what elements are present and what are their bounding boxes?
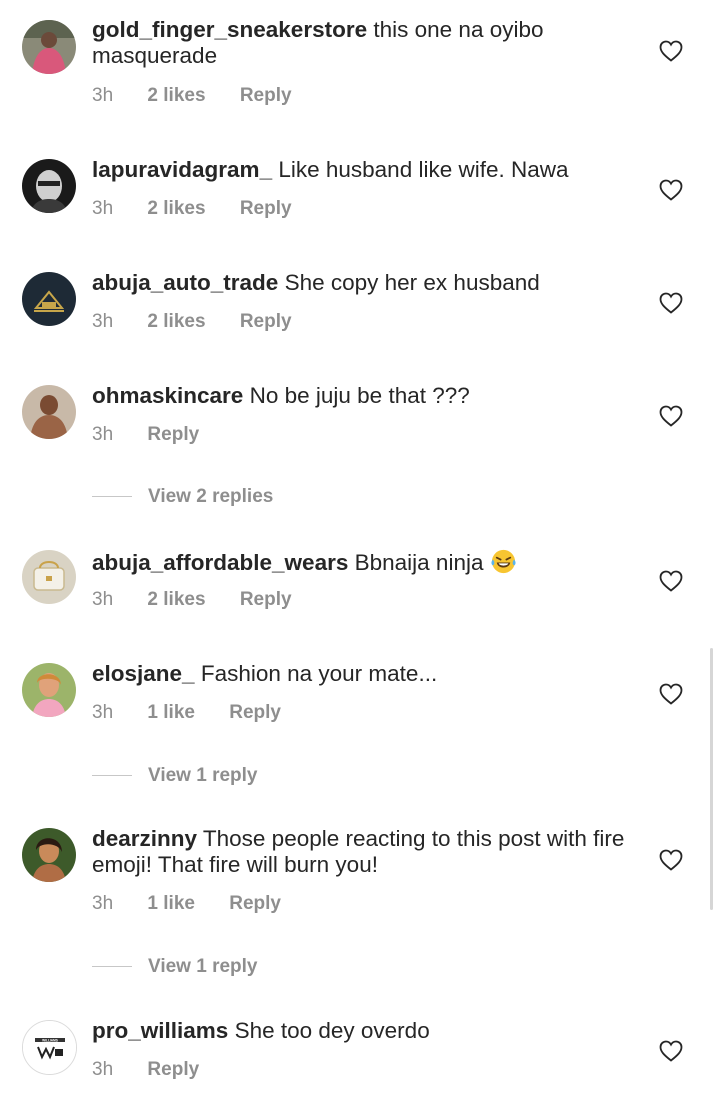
- comment-time: 3h: [92, 589, 114, 610]
- comment-body: elosjane_ Fashion na your mate...: [92, 661, 632, 687]
- comment-time: 3h: [92, 85, 114, 106]
- comment-likes[interactable]: 1 like: [147, 893, 195, 914]
- comment-text: Fashion na your mate...: [200, 661, 438, 686]
- heart-outline-icon[interactable]: [659, 683, 683, 705]
- reply-button[interactable]: Reply: [240, 198, 292, 219]
- reply-button[interactable]: Reply: [240, 311, 292, 332]
- comment-text: Bbnaija ninja: [354, 550, 484, 575]
- avatar[interactable]: WILLIAMS: [22, 1020, 77, 1075]
- face-with-tears-of-joy-icon: [491, 549, 516, 574]
- comment-username[interactable]: pro_williams: [92, 1018, 228, 1043]
- comment-time: 3h: [92, 893, 114, 914]
- comment-meta: 3h 1 like Reply: [92, 702, 310, 724]
- comment-body: pro_williams She too dey overdo: [92, 1018, 632, 1044]
- avatar[interactable]: [22, 550, 76, 604]
- comment-time: 3h: [92, 198, 114, 219]
- comment-username[interactable]: ohmaskincare: [92, 383, 243, 408]
- comment-username[interactable]: elosjane_: [92, 661, 195, 686]
- comment-text: Like husband like wife. Nawa: [278, 157, 569, 182]
- comment-username[interactable]: abuja_auto_trade: [92, 270, 278, 295]
- comment-username[interactable]: gold_finger_sneakerstore: [92, 17, 367, 42]
- comment-time: 3h: [92, 702, 114, 723]
- view-replies-button[interactable]: View 1 reply: [92, 956, 258, 978]
- heart-outline-icon[interactable]: [659, 849, 683, 871]
- replies-divider: [92, 966, 132, 968]
- reply-button[interactable]: Reply: [147, 424, 199, 445]
- comment-meta: 3h 2 likes Reply: [92, 85, 321, 107]
- reply-button[interactable]: Reply: [240, 85, 292, 106]
- view-replies-label[interactable]: View 1 reply: [148, 765, 258, 786]
- comment-body: lapuravidagram_ Like husband like wife. …: [92, 157, 632, 183]
- avatar[interactable]: [22, 159, 76, 213]
- comment-likes[interactable]: 2 likes: [147, 589, 205, 610]
- avatar[interactable]: [22, 663, 76, 717]
- comment-time: 3h: [92, 311, 114, 332]
- reply-button[interactable]: Reply: [229, 702, 281, 723]
- comment-meta: 3h 2 likes Reply: [92, 589, 321, 611]
- comment-username[interactable]: abuja_affordable_wears: [92, 550, 348, 575]
- heart-outline-icon[interactable]: [659, 40, 683, 62]
- reply-button[interactable]: Reply: [229, 893, 281, 914]
- comment-time: 3h: [92, 424, 114, 445]
- comment-username[interactable]: lapuravidagram_: [92, 157, 272, 182]
- heart-outline-icon[interactable]: [659, 292, 683, 314]
- comment-body: dearzinny Those people reacting to this …: [92, 826, 632, 878]
- comment-text: She copy her ex husband: [284, 270, 540, 295]
- avatar[interactable]: [22, 385, 76, 439]
- logo-text: WILLIAMS: [42, 1038, 58, 1042]
- comment-likes[interactable]: 1 like: [147, 702, 195, 723]
- avatar[interactable]: [22, 828, 76, 882]
- avatar[interactable]: [22, 20, 76, 74]
- heart-outline-icon[interactable]: [659, 570, 683, 592]
- reply-button[interactable]: Reply: [147, 1059, 199, 1080]
- comment-body: ohmaskincare No be juju be that ???: [92, 383, 632, 409]
- comment-username[interactable]: dearzinny: [92, 826, 197, 851]
- view-replies-button[interactable]: View 1 reply: [92, 765, 258, 787]
- comment-likes[interactable]: 2 likes: [147, 311, 205, 332]
- comment-body: gold_finger_sneakerstore this one na oyi…: [92, 17, 632, 69]
- heart-outline-icon[interactable]: [659, 405, 683, 427]
- view-replies-label[interactable]: View 1 reply: [148, 956, 258, 977]
- comment-body: abuja_affordable_wears Bbnaija ninja: [92, 548, 632, 576]
- comment-text: She too dey overdo: [234, 1018, 430, 1043]
- view-replies-button[interactable]: View 2 replies: [92, 486, 273, 508]
- comment-time: 3h: [92, 1059, 114, 1080]
- comment-meta: 3h 2 likes Reply: [92, 198, 321, 220]
- scrollbar[interactable]: [710, 648, 713, 910]
- comment-meta: 3h 1 like Reply: [92, 893, 310, 915]
- comment-likes[interactable]: 2 likes: [147, 85, 205, 106]
- comment-text: No be juju be that ???: [249, 383, 470, 408]
- comment-meta: 3h 2 likes Reply: [92, 311, 321, 333]
- comment-likes[interactable]: 2 likes: [147, 198, 205, 219]
- replies-divider: [92, 496, 132, 498]
- comment-body: abuja_auto_trade She copy her ex husband: [92, 270, 632, 296]
- replies-divider: [92, 775, 132, 777]
- heart-outline-icon[interactable]: [659, 1040, 683, 1062]
- heart-outline-icon[interactable]: [659, 179, 683, 201]
- avatar[interactable]: [22, 272, 76, 326]
- reply-button[interactable]: Reply: [240, 589, 292, 610]
- comment-meta: 3h Reply: [92, 424, 228, 446]
- comment-meta: 3h Reply: [92, 1059, 228, 1081]
- view-replies-label[interactable]: View 2 replies: [148, 486, 273, 507]
